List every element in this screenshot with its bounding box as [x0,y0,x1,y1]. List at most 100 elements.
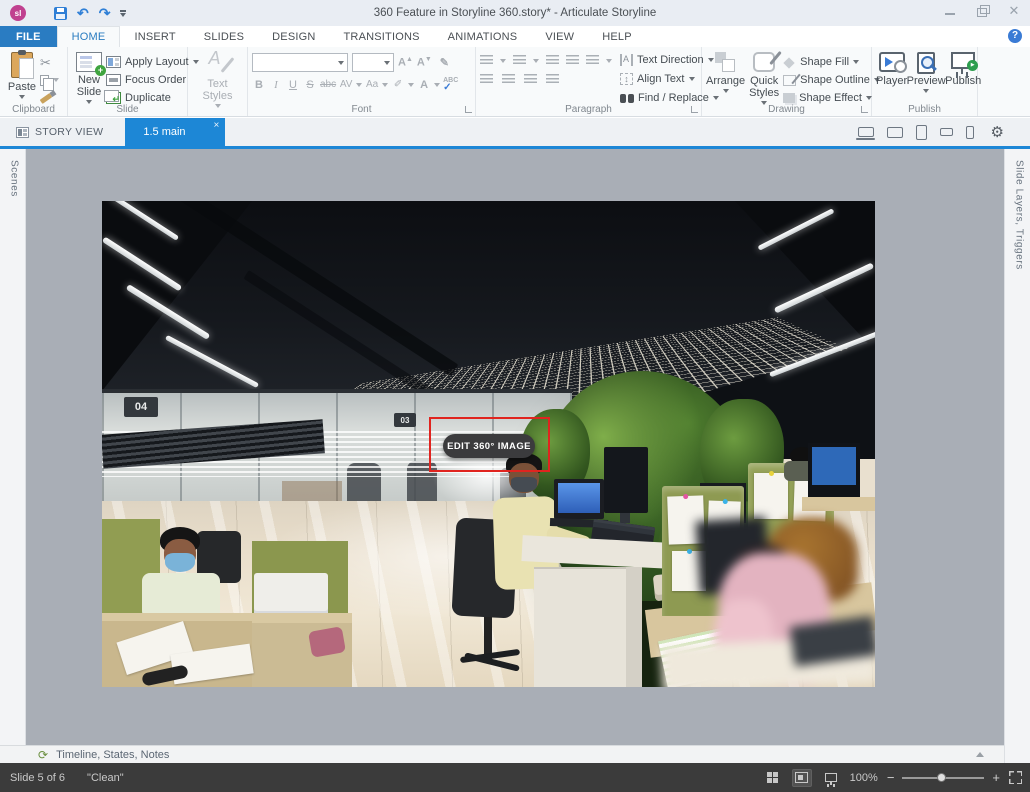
grow-font-button[interactable]: A▲ [398,56,413,69]
font-size-combo[interactable] [352,53,394,72]
scenes-panel-collapsed[interactable]: Scenes [0,149,26,745]
quick-styles-button[interactable]: Quick Styles [745,50,783,105]
bold-button[interactable]: B [252,79,266,91]
timeline-panel-collapsed[interactable]: ⟳ Timeline, States, Notes [0,745,1004,763]
status-bar: Slide 5 of 6 "Clean" 100% − + [0,763,1030,792]
redo-icon[interactable]: ↷ [99,7,111,20]
group-slide: New Slide Apply Layout Focus Order Dupli… [68,47,188,116]
apply-layout-button[interactable]: Apply Layout [106,54,199,70]
zoom-slider-handle[interactable] [937,773,946,782]
paste-button[interactable]: Paste [4,50,40,99]
slide-tab-active[interactable]: 1.5 main × [125,118,225,146]
align-center-icon[interactable] [502,74,515,85]
arrange-button[interactable]: Arrange [706,50,745,93]
clear-formatting-icon[interactable]: ✎ [440,56,449,69]
shape-fill-button[interactable]: Shape Fill [783,54,880,70]
decrease-indent-icon[interactable] [566,55,579,66]
copy-button[interactable] [40,72,59,88]
scenes-panel-label: Scenes [6,160,20,197]
preview-toggle[interactable] [821,769,841,787]
char-spacing-button[interactable]: AV [339,79,353,90]
expand-caret-icon[interactable] [976,752,984,757]
change-case-button[interactable]: Aa [365,79,379,90]
increase-indent-icon[interactable] [546,55,559,66]
spell-check-button[interactable]: ABC [443,77,458,92]
align-text-icon: ↕ [620,73,633,85]
dialog-launcher-icon[interactable] [691,106,698,113]
underline-button[interactable]: U [286,79,300,91]
zoom-out-button[interactable]: − [887,771,895,784]
group-caption: Drawing [702,104,871,115]
focus-order-button[interactable]: Focus Order [106,72,199,88]
shape-fill-icon [783,57,796,68]
story-view-tab[interactable]: STORY VIEW [0,118,117,146]
tab-transitions[interactable]: TRANSITIONS [330,26,434,47]
font-name-input[interactable] [253,54,338,71]
help-icon[interactable]: ? [1008,29,1022,43]
numbering-icon[interactable] [513,55,526,66]
italic-button[interactable]: I [269,79,283,91]
qat-customize-caret-icon[interactable] [120,13,126,17]
dialog-launcher-icon[interactable] [861,106,868,113]
publish-icon [951,52,975,69]
font-name-combo[interactable] [252,53,348,72]
chevron-down-icon [382,83,388,87]
new-slide-button[interactable]: New Slide [72,50,106,104]
cut-button[interactable]: ✂ [40,54,59,70]
preview-button[interactable]: Preview [907,50,945,93]
edit-360-image-button[interactable]: EDIT 360° IMAGE [443,434,535,458]
tablet-portrait-icon[interactable] [916,125,927,140]
zoom-in-button[interactable]: + [992,771,1000,784]
font-color-button[interactable]: A [417,79,431,91]
bullets-icon[interactable] [480,55,493,66]
player-button[interactable]: Player [876,50,907,87]
text-direction-icon [620,54,633,66]
chevron-down-icon [500,59,506,63]
tab-help[interactable]: HELP [588,26,646,47]
line-spacing-icon[interactable] [586,55,599,66]
highlight-color-button[interactable]: ✐ [391,79,405,90]
layers-triggers-panel-collapsed[interactable]: Slide Layers, Triggers [1004,149,1030,763]
phone-portrait-icon[interactable] [966,126,974,139]
publish-button[interactable]: Publish [945,50,981,87]
subscript-button[interactable]: abc [320,79,336,90]
zoom-slider-track[interactable] [902,777,984,779]
tab-insert[interactable]: INSERT [120,26,189,47]
tablet-landscape-icon[interactable] [887,127,903,138]
laptop-preview-icon[interactable] [858,127,874,137]
new-slide-icon [76,52,102,72]
font-size-input[interactable] [353,54,384,71]
tab-design[interactable]: DESIGN [258,26,329,47]
align-right-icon[interactable] [524,74,537,85]
tab-home[interactable]: HOME [57,26,121,47]
fit-to-window-icon[interactable] [1009,771,1022,784]
canvas-area: Scenes Slide Layers, Triggers [0,149,1030,745]
slide-360-image[interactable]: 04 03 [102,201,875,687]
minimize-button[interactable] [942,4,958,18]
restore-button[interactable] [974,4,990,18]
tab-slides[interactable]: SLIDES [190,26,258,47]
close-button[interactable]: ✕ [1006,4,1022,18]
group-caption: Paragraph [476,104,701,115]
tab-file[interactable]: FILE [0,26,57,47]
phone-landscape-icon[interactable] [940,128,953,136]
gear-icon[interactable]: ⚙ [991,125,1004,140]
close-tab-icon[interactable]: × [214,121,220,131]
undo-icon[interactable]: ↶ [77,7,89,20]
shrink-font-button[interactable]: A▼ [417,56,432,69]
tab-animations[interactable]: ANIMATIONS [434,26,532,47]
zoom-level-label: 100% [850,772,878,784]
shape-outline-button[interactable]: Shape Outline [783,72,880,88]
strikethrough-button[interactable]: S [303,79,317,91]
save-icon[interactable] [54,7,67,20]
tab-view[interactable]: VIEW [531,26,588,47]
text-styles-button[interactable]: Text Styles [194,50,242,108]
justify-icon[interactable] [546,74,559,85]
slide-view-toggle[interactable] [792,769,812,787]
text-styles-label: Text Styles [194,78,242,102]
group-drawing: Arrange Quick Styles Shape Fill Shape Ou… [702,47,872,116]
dialog-launcher-icon[interactable] [465,106,472,113]
align-left-icon[interactable] [480,74,493,85]
story-view-toggle[interactable] [763,769,783,787]
group-font: A▲ A▼ ✎ B I U S abc AV Aa ✐ A ABC Font [248,47,476,116]
